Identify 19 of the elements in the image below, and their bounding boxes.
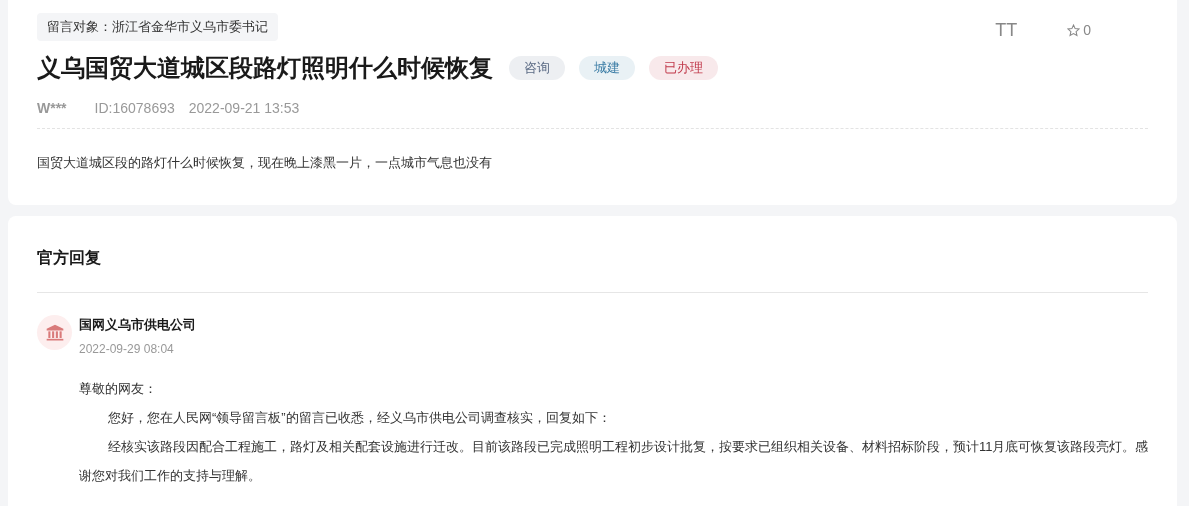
message-id: ID:16078693 — [94, 99, 175, 118]
author-name: W*** — [37, 99, 67, 118]
star-icon — [1067, 24, 1081, 37]
salutation-text: 尊敬的网友： — [79, 379, 158, 398]
favorite-button[interactable]: 0 — [1067, 20, 1091, 41]
section-heading: 官方回复 — [37, 248, 102, 268]
category-tag: 已办理 — [649, 56, 718, 80]
category-tag: 城建 — [579, 56, 635, 80]
reply-time: 2022-09-29 08:04 — [79, 340, 175, 358]
reply-paragraph: 经核实该路段因配合工程施工，路灯及相关配套设施进行迁改。目前该路段已完成照明工程初步设计批复，按要求已组织相关设备、材料招标阶段，预计11月底可恢复该路段亮灯。感谢您对我们工作的支持与理解。 — [79, 437, 1149, 485]
bank-building-icon — [37, 315, 72, 350]
page-title: 义乌国贸大道城区段路灯照明什么时候恢复 — [37, 53, 493, 83]
recipient-label: 留言对象：浙江省金华市义乌市委书记 — [37, 13, 278, 41]
message-text: 国贸大道城区段的路灯什么时候恢复，现在晚上漆黑一片，一点城市气息也没有 — [37, 154, 493, 172]
post-time: 2022-09-21 13:53 — [188, 99, 300, 118]
category-tag: 咨询 — [509, 56, 565, 80]
reply-paragraph: 您好，您在人民网“领导留言板”的留言已收悉，经义乌市供电公司调查核实，回复如下： — [107, 408, 612, 427]
font-size-button[interactable]: TT — [995, 17, 1018, 44]
replier-name: 国网义乌市供电公司 — [79, 316, 196, 334]
